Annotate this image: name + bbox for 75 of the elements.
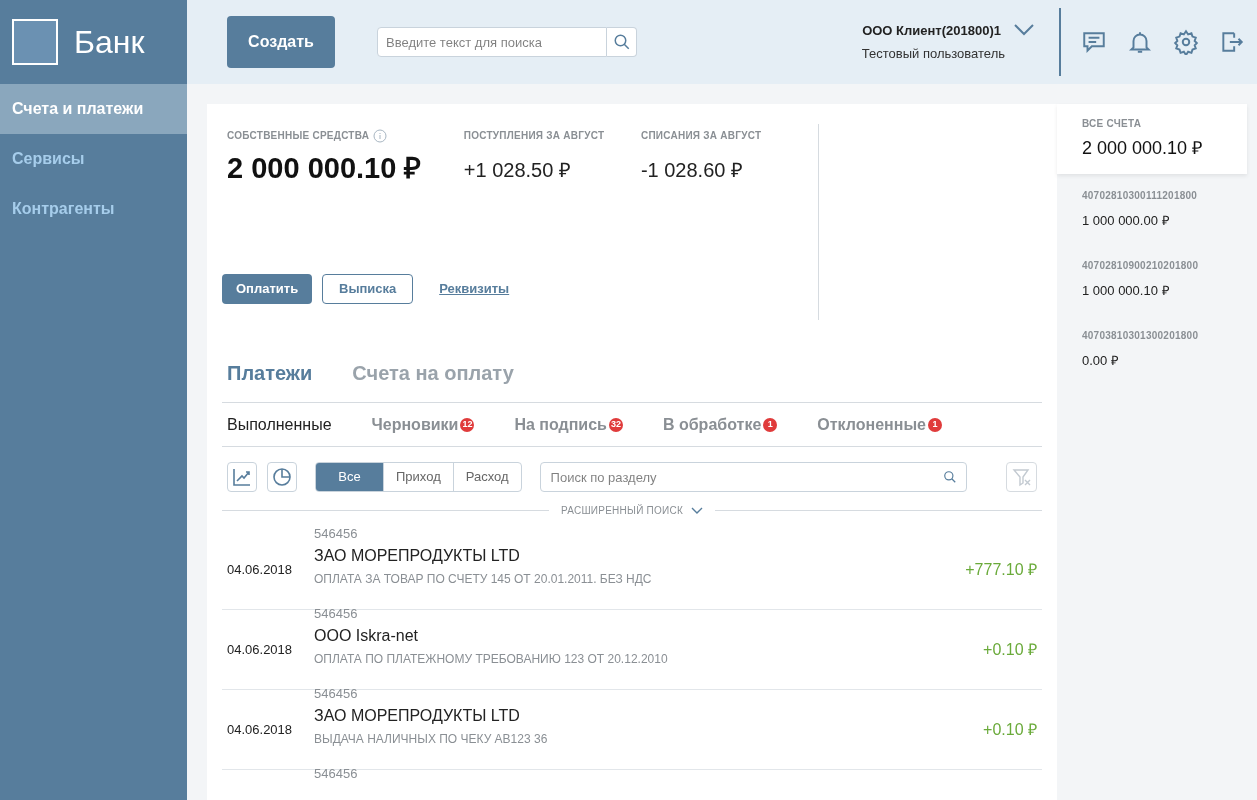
account-number: 40702810300111201800 — [1082, 188, 1199, 203]
account-balance: 1 000 000.00 ₽ — [1082, 211, 1171, 230]
account-item[interactable]: 40702810900210201800 1 000 000.10 ₽ — [1057, 244, 1257, 314]
account-number: 40702810900210201800 — [1082, 258, 1200, 273]
pay-button[interactable]: Оплатить — [222, 274, 313, 304]
account-number: 40703810301300201800 — [1082, 328, 1200, 343]
logout-icon[interactable] — [1219, 29, 1245, 55]
payee-name: ЗАО МОРЕПРОДУКТЫ LTD — [314, 705, 521, 726]
tab[interactable]: Счета на оплату — [352, 358, 514, 388]
all-accounts-label: ВСЕ СЧЕТА — [1082, 117, 1143, 131]
bell-icon[interactable] — [1127, 29, 1153, 55]
payment-date: 04.06.2018 — [227, 720, 294, 739]
payment-row[interactable]: 04.06.2018 546456 ЗАО МОРЕПРОДУКТЫ LTD ОПЛАТА ЗА ТОВАР ПО СЧЕТУ 145 ОТ 20.01.2011. БЕЗ НДС +777.10 ₽ — [222, 530, 1042, 610]
subtab[interactable]: На подпись 32 — [514, 412, 623, 437]
account-balance: 1 000 000.10 ₽ — [1082, 281, 1171, 300]
payment-date: 04.06.2018 — [227, 560, 294, 579]
summary-value: -1 028.60 ₽ — [640, 158, 744, 183]
chevron-down-icon[interactable] — [1013, 23, 1035, 38]
count-badge: 1 — [763, 417, 778, 432]
payment-purpose: ОПЛАТА ЗА ТОВАР ПО СЧЕТУ 145 ОТ 20.01.2011. БЕЗ НДС — [314, 570, 652, 588]
search-field[interactable]: Введите текст для поиска — [377, 27, 607, 57]
client-name[interactable]: ООО Клиент(201800)1 — [862, 20, 1001, 40]
sidebar-item[interactable]: Контрагенты — [0, 184, 187, 234]
filter-segment[interactable]: Приход — [383, 463, 453, 491]
payment-date: 04.06.2018 — [227, 640, 294, 659]
all-accounts-total: 2 000 000.10 ₽ — [1082, 137, 1204, 160]
details-link[interactable]: Реквизиты — [439, 279, 510, 299]
create-button[interactable]: Создать — [227, 16, 335, 68]
section-search-field[interactable]: Поиск по разделу — [539, 462, 967, 492]
payment-amount: +777.10 ₽ — [965, 559, 1037, 580]
filter-segment[interactable]: Расход — [452, 463, 521, 491]
summary-value: 2 000 000.10 ₽ — [227, 151, 423, 186]
summary-label: ПОСТУПЛЕНИЯ ЗА АВГУСТ — [463, 129, 605, 143]
payment-purpose: ОПЛАТА ПО ПЛАТЕЖНОМУ ТРЕБОВАНИЮ 123 ОТ 20.12.2010 — [314, 650, 668, 668]
statement-button[interactable]: Выписка — [322, 274, 414, 304]
chart-line-button[interactable] — [227, 462, 257, 492]
summary-value: +1 028.50 ₽ — [463, 158, 572, 183]
payee-name: ООО Iskra-net — [314, 625, 420, 646]
count-badge: 1 — [927, 417, 942, 432]
search-icon — [612, 33, 631, 51]
account-item[interactable]: 40703810301300201800 0.00 ₽ — [1057, 314, 1257, 384]
user-name: Тестовый пользователь — [861, 45, 1005, 63]
summary-label: СОБСТВЕННЫЕ СРЕДСТВА — [227, 129, 370, 143]
search-icon — [942, 470, 957, 484]
account-item[interactable]: 40702810300111201800 1 000 000.00 ₽ — [1057, 174, 1257, 244]
payment-amount: +0.10 ₽ — [983, 719, 1037, 740]
pie-chart-icon — [272, 467, 292, 487]
subtab[interactable]: Выполненные — [227, 412, 332, 437]
account-balance: 0.00 ₽ — [1082, 351, 1120, 370]
pie-chart-button[interactable] — [267, 462, 297, 492]
filter-segment[interactable]: Все — [316, 463, 383, 491]
payee-name: ЗАО МОРЕПРОДУКТЫ LTD — [314, 545, 521, 566]
payment-row[interactable]: 04.06.2018 546456 ООО Iskra-net ОПЛАТА ПО ПЛАТЕЖНОМУ ТРЕБОВАНИЮ 123 ОТ 20.12.2010 +0.10 ₽ — [222, 610, 1042, 690]
logo-text: Банк — [74, 23, 145, 62]
sidebar-item[interactable]: Сервисы — [0, 134, 187, 184]
search-button[interactable] — [607, 27, 637, 57]
count-badge: 32 — [608, 417, 623, 432]
all-accounts-card[interactable]: ВСЕ СЧЕТА 2 000 000.10 ₽ — [1057, 104, 1247, 174]
sidebar-item[interactable]: Счета и платежи — [0, 84, 187, 134]
tab[interactable]: Платежи — [227, 358, 313, 388]
subtab[interactable]: Отклоненные 1 — [817, 412, 942, 437]
chevron-down-icon — [691, 506, 704, 515]
chart-icon — [232, 467, 252, 487]
count-badge: 12 — [460, 417, 475, 432]
subtab[interactable]: Черновики 12 — [371, 412, 475, 437]
settings-icon[interactable] — [1173, 29, 1199, 55]
advanced-search-toggle[interactable]: РАСШИРЕННЫЙ ПОИСК — [560, 503, 704, 518]
logo-icon — [12, 19, 58, 65]
payment-amount: +0.10 ₽ — [983, 639, 1037, 660]
payment-purpose: ВЫДАЧА НАЛИЧНЫХ ПО ЧЕКУ АВ123 36 — [314, 730, 548, 748]
chat-icon[interactable] — [1081, 29, 1107, 55]
summary-label: СПИСАНИЯ ЗА АВГУСТ — [640, 129, 762, 143]
payment-row[interactable]: 04.06.2018 546456 ЗАО МОРЕПРОДУКТЫ LTD ВЫДАЧА НАЛИЧНЫХ ПО ЧЕКУ АВ123 36 +0.10 ₽ — [222, 690, 1042, 770]
subtab[interactable]: В обработке 1 — [662, 412, 778, 437]
filter-clear-icon — [1011, 467, 1032, 487]
